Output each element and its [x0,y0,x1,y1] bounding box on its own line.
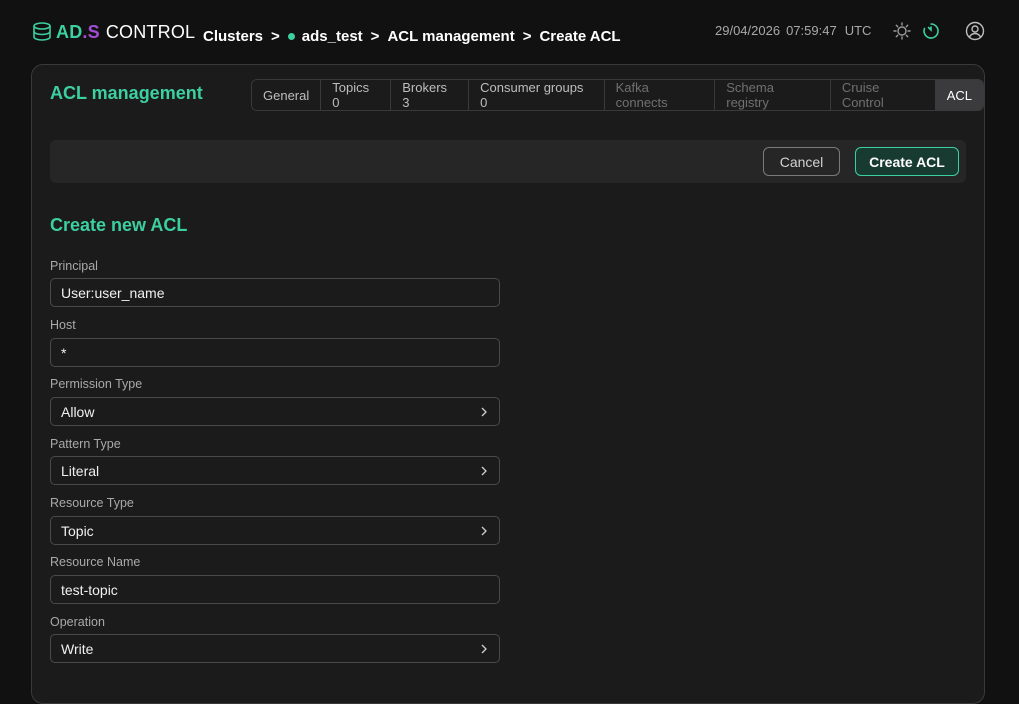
page-title: ACL management [50,83,203,103]
tab-general[interactable]: General [252,80,322,110]
logo-text: AD .S CONTROL [56,22,195,43]
operation-select[interactable]: Write [50,634,500,663]
principal-label: Principal [50,259,98,273]
tab-brokers[interactable]: Brokers 3 [391,80,470,110]
datetime: 29/04/2026 07:59:47 UTC [715,23,871,38]
breadcrumb-separator: > [370,27,380,45]
tab-schema-registry: Schema registry [715,80,831,110]
refresh-icon[interactable] [922,22,940,40]
resource-type-select[interactable]: Topic [50,516,500,545]
breadcrumb: Clusters > ads_test > ACL management > C… [203,26,621,46]
pattern-type-select[interactable]: Literal [50,456,500,485]
database-logo-icon [33,22,51,41]
cluster-tabs: General Topics 0 Brokers 3 Consumer grou… [251,79,984,111]
chevron-right-icon [481,407,487,417]
main-panel: ACL management General Topics 0 Brokers … [31,64,985,704]
tab-acl[interactable]: ACL [935,80,983,110]
tab-cruise-control: Cruise Control [830,80,936,110]
tab-consumer-groups[interactable]: Consumer groups 0 [469,80,605,110]
permission-type-value: Allow [61,403,95,420]
host-label: Host [50,318,76,332]
principal-value: User:user_name [61,284,165,301]
create-acl-button[interactable]: Create ACL [855,147,959,176]
breadcrumb-clusters[interactable]: Clusters [203,28,263,45]
logo-control: CONTROL [105,21,196,42]
pattern-type-label: Pattern Type [50,437,121,451]
breadcrumb-separator: > [522,27,532,45]
breadcrumb-separator: > [271,27,280,45]
date: 29/04/2026 [715,23,781,38]
host-input[interactable]: * [50,338,500,367]
resource-name-input[interactable]: test-topic [50,575,500,604]
timezone: UTC [844,23,872,38]
tab-kafka-connects: Kafka connects [604,80,716,110]
form-title: Create new ACL [50,215,188,235]
breadcrumb-cluster[interactable]: ads_test [302,28,363,45]
logo-s: .S [82,21,100,42]
cluster-status-dot [287,32,295,40]
breadcrumb-create-acl: Create ACL [539,27,621,45]
time: 07:59:47 [786,23,837,38]
resource-type-value: Topic [61,522,94,539]
breadcrumb-acl-management[interactable]: ACL management [387,28,514,45]
logo[interactable]: AD .S CONTROL [32,18,195,46]
operation-value: Write [61,640,94,657]
resource-type-label: Resource Type [50,496,134,510]
sun-icon[interactable] [893,22,911,40]
action-bar: Cancel Create ACL [50,140,966,183]
chevron-right-icon [481,526,487,536]
user-icon[interactable] [965,21,985,41]
pattern-type-value: Literal [61,462,100,479]
chevron-right-icon [481,466,487,476]
tab-topics[interactable]: Topics 0 [321,80,392,110]
host-value: * [61,344,67,361]
top-bar: AD .S CONTROL Clusters > ads_test > ACL … [0,0,1019,64]
permission-type-select[interactable]: Allow [50,397,500,426]
operation-label: Operation [50,615,105,629]
resource-name-value: test-topic [61,581,118,598]
logo-ad: AD [56,21,83,42]
permission-type-label: Permission Type [50,377,143,391]
chevron-right-icon [481,644,487,654]
cancel-button[interactable]: Cancel [763,147,840,176]
principal-input[interactable]: User:user_name [50,278,500,307]
resource-name-label: Resource Name [50,555,141,569]
